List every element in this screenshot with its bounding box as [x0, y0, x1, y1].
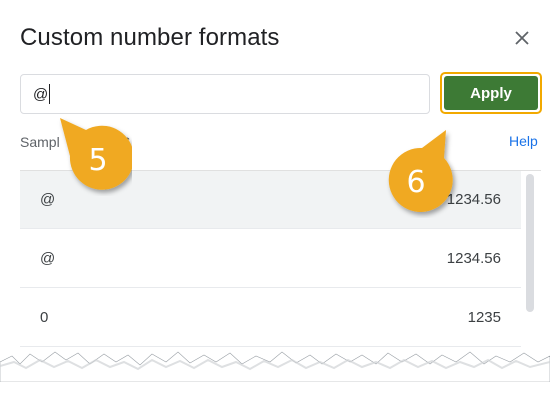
format-row[interactable]: @ 1234.56 [20, 230, 521, 288]
step-callout-6: 6 [382, 124, 460, 218]
apply-button-highlight: Apply [440, 72, 542, 114]
custom-number-formats-dialog: Custom number formats @ Apply Sampl 5 6 He… [0, 0, 550, 382]
format-row[interactable]: 0 1235 [20, 289, 521, 347]
format-code: @ [40, 191, 56, 208]
format-preview: 1234.56 [446, 250, 501, 267]
text-caret [49, 84, 51, 104]
list-scrollbar-thumb[interactable] [526, 174, 534, 312]
step-callout-5: 5 [56, 116, 134, 196]
close-button[interactable] [508, 24, 536, 52]
format-code: @ [40, 250, 56, 267]
dialog-title: Custom number formats [20, 24, 280, 51]
sample-text-left: Sampl [20, 134, 60, 150]
torn-edge-decoration [0, 351, 550, 382]
help-link[interactable]: Help [509, 133, 538, 149]
format-code: 0 [40, 309, 49, 326]
format-input-value: @ [33, 85, 49, 103]
close-icon [515, 31, 529, 45]
format-input[interactable]: @ [20, 74, 430, 114]
callout-number: 6 [406, 164, 426, 200]
callout-number: 5 [88, 142, 108, 178]
apply-button[interactable]: Apply [444, 76, 538, 110]
format-preview: 1235 [467, 309, 501, 326]
